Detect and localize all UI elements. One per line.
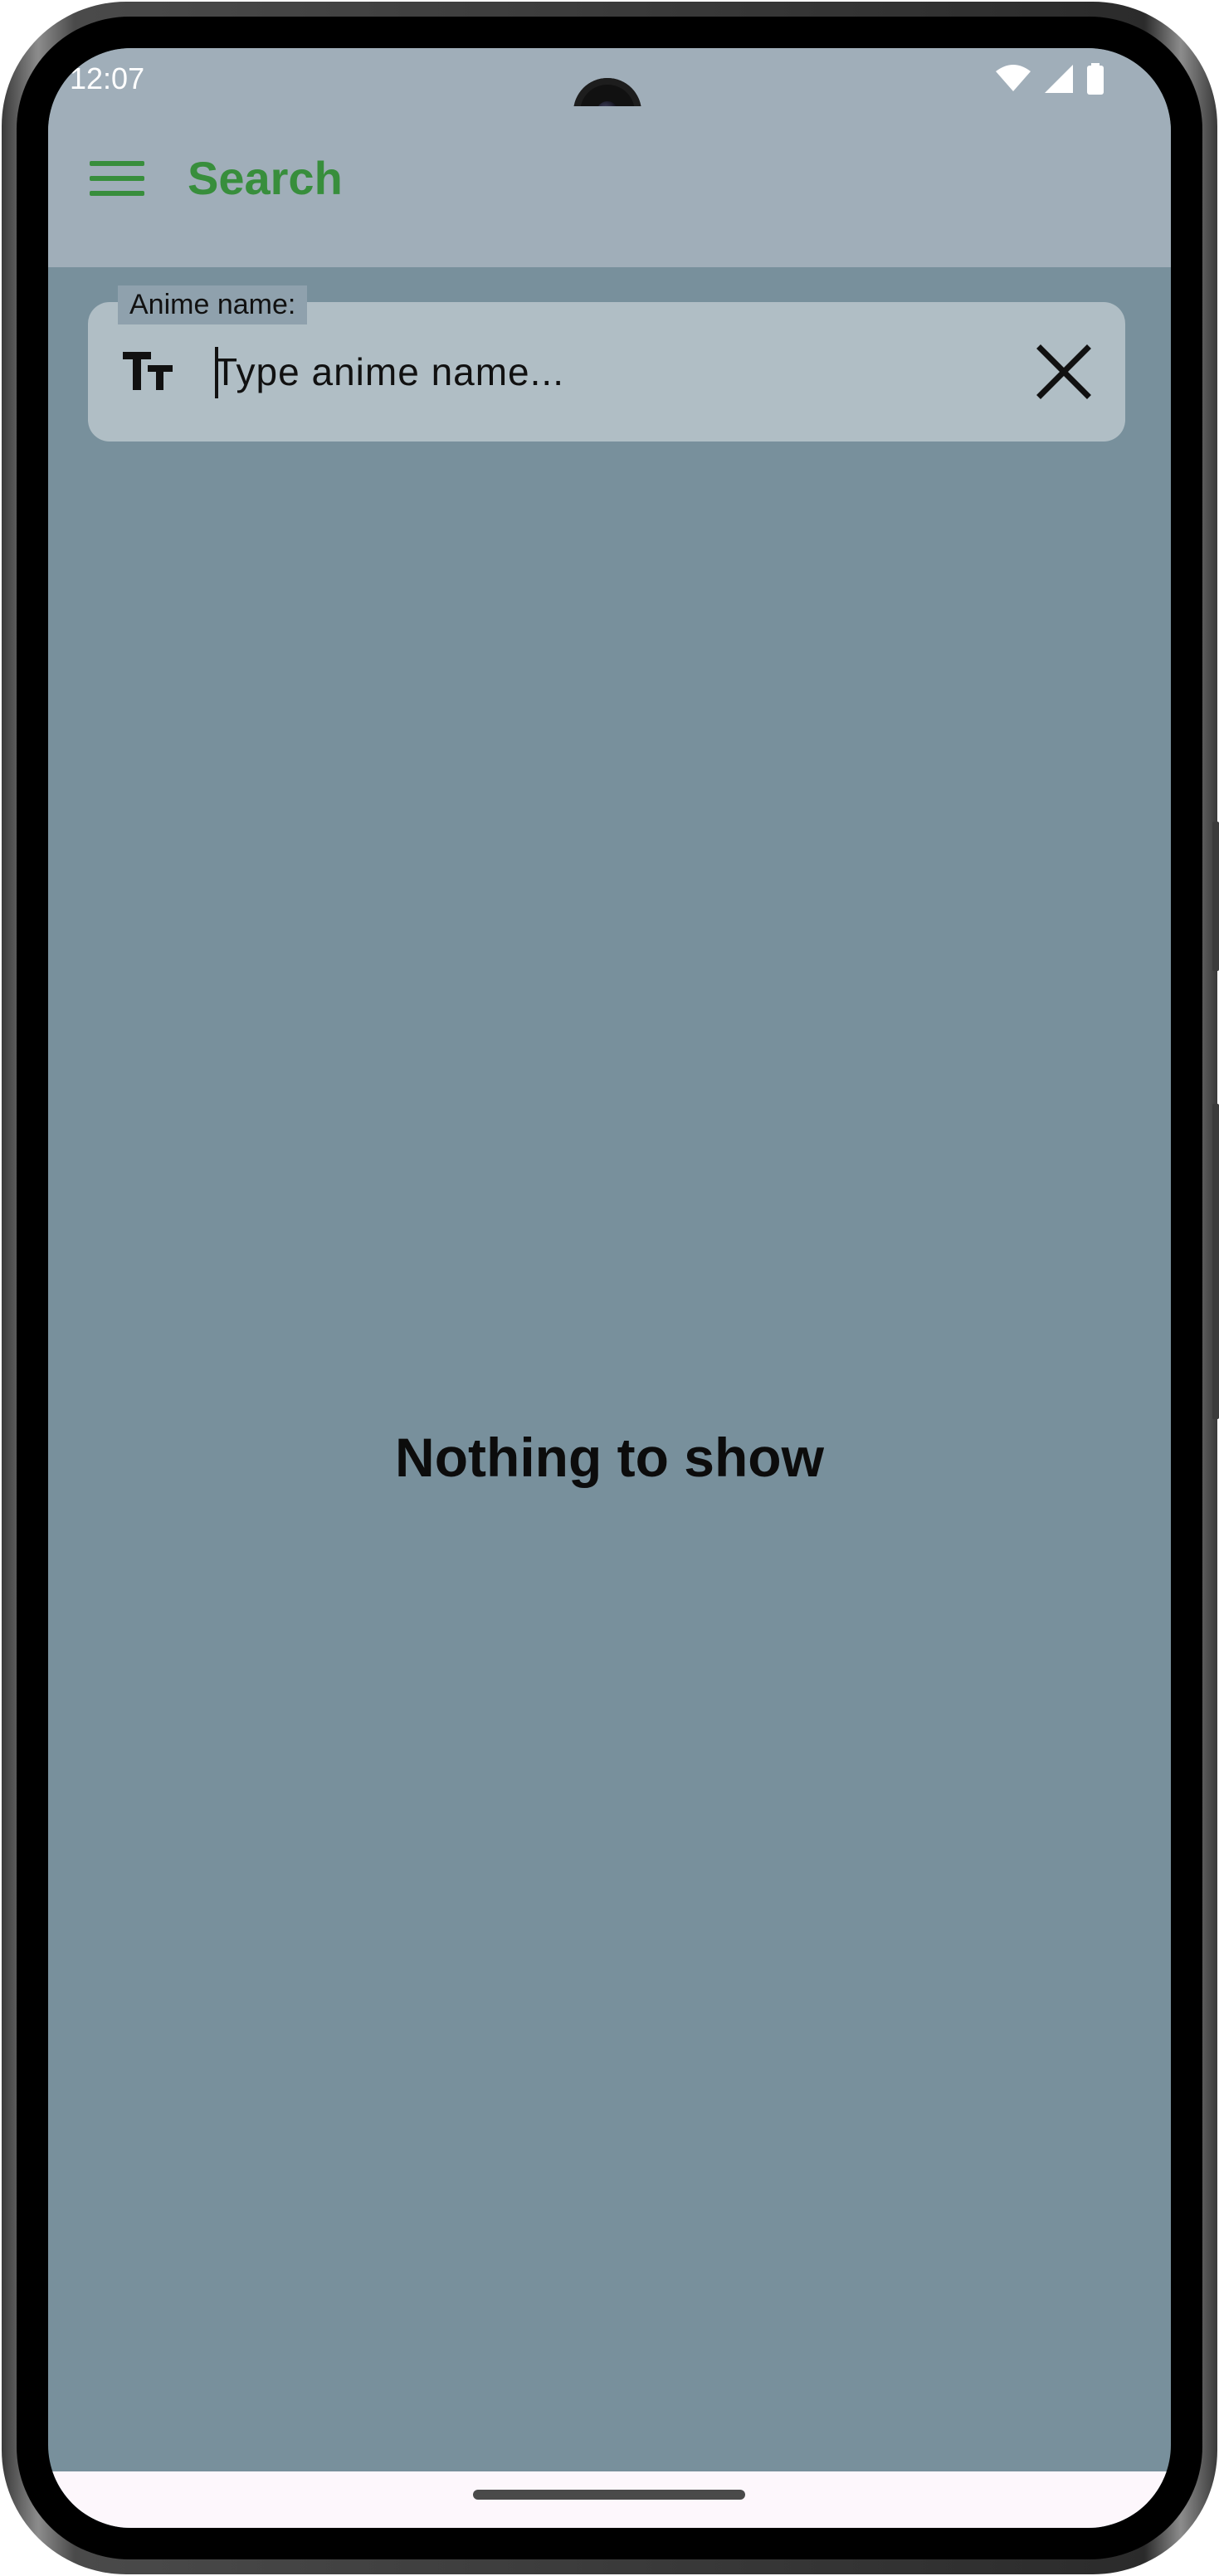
- signal-icon: [1045, 65, 1073, 93]
- page-title: Search: [188, 152, 343, 204]
- power-button: [1212, 822, 1219, 971]
- status-time: 12:07: [70, 61, 145, 95]
- menu-icon[interactable]: [90, 158, 144, 199]
- close-icon[interactable]: [1032, 340, 1095, 403]
- status-icons: [995, 63, 1104, 95]
- phone-frame: 12:07 Search Anime name: Type anime name…: [0, 0, 1219, 2576]
- text-fields-icon: [123, 352, 173, 390]
- text-cursor: [215, 347, 218, 398]
- screen: 12:07 Search Anime name: Type anime name…: [48, 48, 1171, 2528]
- gesture-nav-bar: [48, 2471, 1171, 2528]
- search-input[interactable]: [214, 337, 978, 407]
- wifi-icon: [996, 65, 1031, 91]
- search-field-label: Anime name:: [118, 285, 308, 324]
- battery-icon: [1087, 63, 1104, 95]
- volume-button: [1212, 1104, 1219, 1419]
- home-indicator[interactable]: [473, 2490, 745, 2500]
- empty-state-message: Nothing to show: [395, 1427, 824, 1488]
